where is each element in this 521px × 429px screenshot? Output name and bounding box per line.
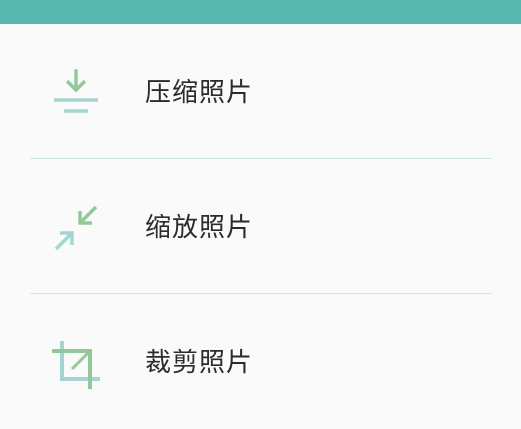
menu-item-compress-photo[interactable]: 压缩照片 <box>0 24 521 159</box>
photo-tools-list: 压缩照片 缩放照片 裁剪照片 <box>0 24 521 429</box>
resize-arrows-icon <box>50 203 102 255</box>
menu-item-label: 压缩照片 <box>145 78 254 108</box>
menu-item-resize-photo[interactable]: 缩放照片 <box>0 159 521 294</box>
status-bar <box>0 0 521 24</box>
menu-item-label: 裁剪照片 <box>145 348 254 378</box>
compress-download-icon <box>50 69 102 121</box>
menu-item-label: 缩放照片 <box>145 213 254 243</box>
crop-icon <box>50 339 102 391</box>
menu-item-crop-photo[interactable]: 裁剪照片 <box>0 294 521 429</box>
